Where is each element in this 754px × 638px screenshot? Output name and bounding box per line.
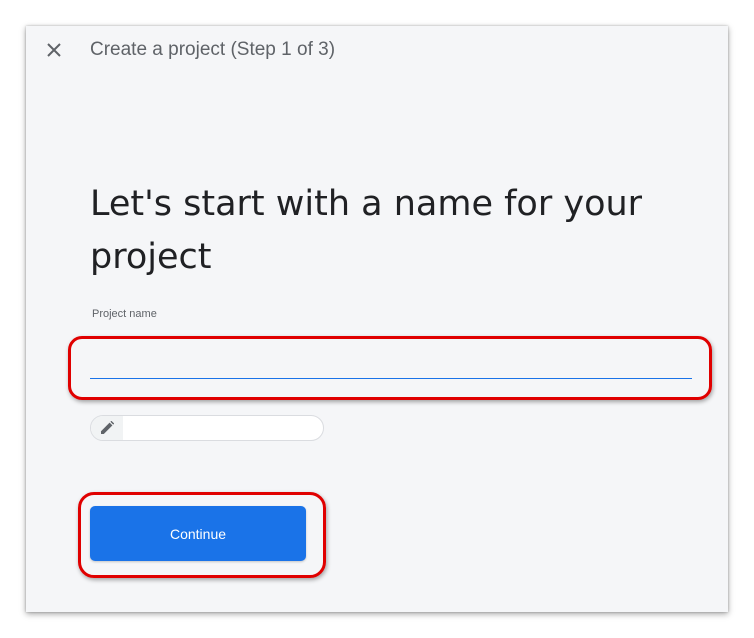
dialog-title: Create a project (Step 1 of 3) [90,39,336,60]
create-project-dialog: Create a project (Step 1 of 3) Let's sta… [26,26,728,612]
edit-project-id-button[interactable] [91,416,123,440]
close-icon [47,43,61,57]
close-button[interactable] [40,36,68,64]
project-name-label: Project name [92,308,157,320]
project-id-chip[interactable] [90,415,324,441]
pencil-icon [101,421,114,434]
continue-button[interactable]: Continue [90,506,306,561]
dialog-header: Create a project (Step 1 of 3) [26,26,728,76]
project-name-input[interactable] [90,348,692,379]
page-heading: Let's start with a name for your project [90,184,643,277]
